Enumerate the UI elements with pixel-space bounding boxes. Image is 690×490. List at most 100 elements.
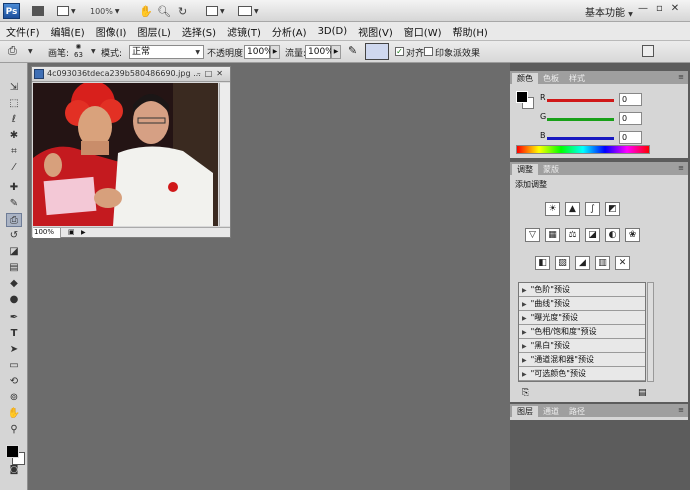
- channel-g-slider[interactable]: [547, 118, 614, 121]
- gradient-tool-icon[interactable]: ▤: [6, 261, 22, 275]
- clone-stamp-tool-icon[interactable]: ⎙: [6, 213, 22, 227]
- clip-to-layer-icon[interactable]: ⎘: [522, 388, 529, 398]
- aligned-checkbox[interactable]: ✓: [395, 47, 404, 56]
- menu-layer[interactable]: 图层(L): [137, 24, 170, 39]
- crop-tool-icon[interactable]: ⌗: [6, 145, 22, 159]
- brightness-contrast-icon[interactable]: ☀: [545, 202, 560, 216]
- mode-select[interactable]: 正常 ▼: [129, 45, 204, 59]
- menu-image[interactable]: 图像(I): [96, 24, 127, 39]
- levels-icon[interactable]: ▲: [565, 202, 580, 216]
- preset-channel-mixer[interactable]: ▶ "通道混和器"预设: [519, 353, 645, 367]
- hand-icon[interactable]: ✋: [139, 4, 153, 18]
- preset-black-white[interactable]: ▶ "黑白"预设: [519, 339, 645, 353]
- channel-b-slider[interactable]: [547, 137, 614, 140]
- exposure-icon[interactable]: ◩: [605, 202, 620, 216]
- airbrush-icon[interactable]: ✎: [348, 44, 357, 57]
- black-white-icon[interactable]: ◪: [585, 228, 600, 242]
- menu-file[interactable]: 文件(F): [6, 24, 40, 39]
- document-window-controls[interactable]: –□✕: [197, 67, 227, 81]
- close-button[interactable]: ✕: [671, 3, 679, 14]
- foreground-color-chip[interactable]: [516, 91, 528, 103]
- eyedropper-tool-icon[interactable]: ⁄: [6, 161, 22, 175]
- tab-swatches[interactable]: 色板: [538, 73, 564, 84]
- channel-mixer-icon[interactable]: ❀: [625, 228, 640, 242]
- clone-source-icon[interactable]: [365, 43, 389, 60]
- panel-menu-icon[interactable]: ≡: [678, 73, 684, 81]
- 3d-orbit-tool-icon[interactable]: ⊚: [6, 391, 22, 405]
- eraser-tool-icon[interactable]: ◪: [6, 245, 22, 259]
- quick-mask-icon[interactable]: ◙: [6, 463, 22, 477]
- preset-exposure[interactable]: ▶ "曝光度"预设: [519, 311, 645, 325]
- brush-tool-icon[interactable]: ✎: [6, 197, 22, 211]
- rotate-icon[interactable]: ↻: [178, 4, 187, 18]
- delete-adjustment-icon[interactable]: ▤: [638, 388, 647, 398]
- type-tool-icon[interactable]: T: [6, 327, 22, 341]
- document-title-bar[interactable]: 4c093036tdeca239b580486690.jpg ... –□✕: [32, 67, 230, 82]
- gradient-map-icon[interactable]: ▥: [595, 256, 610, 270]
- screen-mode-icon[interactable]: ▼: [238, 4, 259, 18]
- preset-curves[interactable]: ▶ "曲线"预设: [519, 297, 645, 311]
- caret-icon[interactable]: ▼: [28, 46, 33, 56]
- menu-window[interactable]: 窗口(W): [404, 24, 442, 39]
- pen-tool-icon[interactable]: ✒: [6, 311, 22, 325]
- menu-help[interactable]: 帮助(H): [453, 24, 488, 39]
- restore-button[interactable]: ▫: [656, 3, 663, 14]
- impressionist-checkbox[interactable]: [424, 47, 433, 56]
- brush-preset-picker[interactable]: ✺ 63: [74, 43, 83, 59]
- brush-caret-icon[interactable]: ▼: [91, 46, 96, 56]
- document-zoom-field[interactable]: 100%: [33, 228, 61, 238]
- move-tool-icon[interactable]: ⇲: [6, 81, 22, 95]
- clone-stamp-icon[interactable]: ⎙: [8, 44, 17, 58]
- selective-color-icon[interactable]: ✕: [615, 256, 630, 270]
- menu-edit[interactable]: 编辑(E): [51, 24, 85, 39]
- zoom-tool-icon[interactable]: ⚲: [6, 423, 22, 437]
- photo-filter-icon[interactable]: ◐: [605, 228, 620, 242]
- menu-select[interactable]: 选择(S): [182, 24, 216, 39]
- preset-hue-saturation[interactable]: ▶ "色相/饱和度"预设: [519, 325, 645, 339]
- history-brush-tool-icon[interactable]: ↺: [6, 229, 22, 243]
- panel-menu-icon[interactable]: ≡: [678, 406, 684, 414]
- tab-layers[interactable]: 图层: [512, 406, 538, 417]
- preset-selective-color[interactable]: ▶ "可选颜色"预设: [519, 367, 645, 381]
- workspace-switcher[interactable]: 基本功能 ▼: [585, 4, 633, 19]
- invert-icon[interactable]: ◧: [535, 256, 550, 270]
- curves-icon[interactable]: ∫: [585, 202, 600, 216]
- path-select-tool-icon[interactable]: ➤: [6, 343, 22, 357]
- status-arrow-icon[interactable]: ▶: [81, 228, 86, 237]
- flow-input[interactable]: 100%: [305, 45, 334, 59]
- healing-brush-tool-icon[interactable]: ✚: [6, 181, 22, 195]
- posterize-icon[interactable]: ▨: [555, 256, 570, 270]
- folder-icon[interactable]: [32, 4, 44, 18]
- vibrance-icon[interactable]: ▽: [525, 228, 540, 242]
- menu-analysis[interactable]: 分析(A): [272, 24, 307, 39]
- quick-select-tool-icon[interactable]: ✱: [6, 129, 22, 143]
- panel-toggle-icon[interactable]: [642, 45, 654, 57]
- document-vertical-scrollbar[interactable]: [219, 83, 230, 226]
- tab-adjustments[interactable]: 调整: [512, 164, 538, 175]
- channel-r-slider[interactable]: [547, 99, 614, 102]
- dodge-tool-icon[interactable]: ●: [6, 293, 22, 307]
- menu-3d[interactable]: 3D(D): [318, 26, 348, 37]
- tab-masks[interactable]: 蒙版: [538, 164, 564, 175]
- 3d-rotate-tool-icon[interactable]: ⟲: [6, 375, 22, 389]
- foreground-color-front[interactable]: [6, 445, 19, 458]
- hand-tool-icon[interactable]: ✋: [6, 407, 22, 421]
- tab-channels[interactable]: 通道: [538, 406, 564, 417]
- zoom-level-dropdown[interactable]: 100% ▼: [90, 4, 120, 18]
- flow-slider-button[interactable]: ▶: [331, 45, 341, 59]
- status-menu-icon[interactable]: ▣: [68, 228, 75, 237]
- blur-tool-icon[interactable]: ◆: [6, 277, 22, 291]
- panel-menu-icon[interactable]: ≡: [678, 164, 684, 172]
- zoom-icon[interactable]: 🔍︎: [157, 4, 171, 18]
- channel-g-input[interactable]: 0: [619, 112, 642, 125]
- shape-tool-icon[interactable]: ▭: [6, 359, 22, 373]
- channel-r-input[interactable]: 0: [619, 93, 642, 106]
- tab-color[interactable]: 颜色: [512, 73, 538, 84]
- tab-styles[interactable]: 样式: [564, 73, 590, 84]
- document-image[interactable]: [33, 83, 218, 226]
- preset-levels[interactable]: ▶ "色阶"预设: [519, 283, 645, 297]
- lasso-tool-icon[interactable]: ℓ: [6, 113, 22, 127]
- hue-saturation-icon[interactable]: ▦: [545, 228, 560, 242]
- opacity-input[interactable]: 100%: [244, 45, 273, 59]
- menu-view[interactable]: 视图(V): [358, 24, 393, 39]
